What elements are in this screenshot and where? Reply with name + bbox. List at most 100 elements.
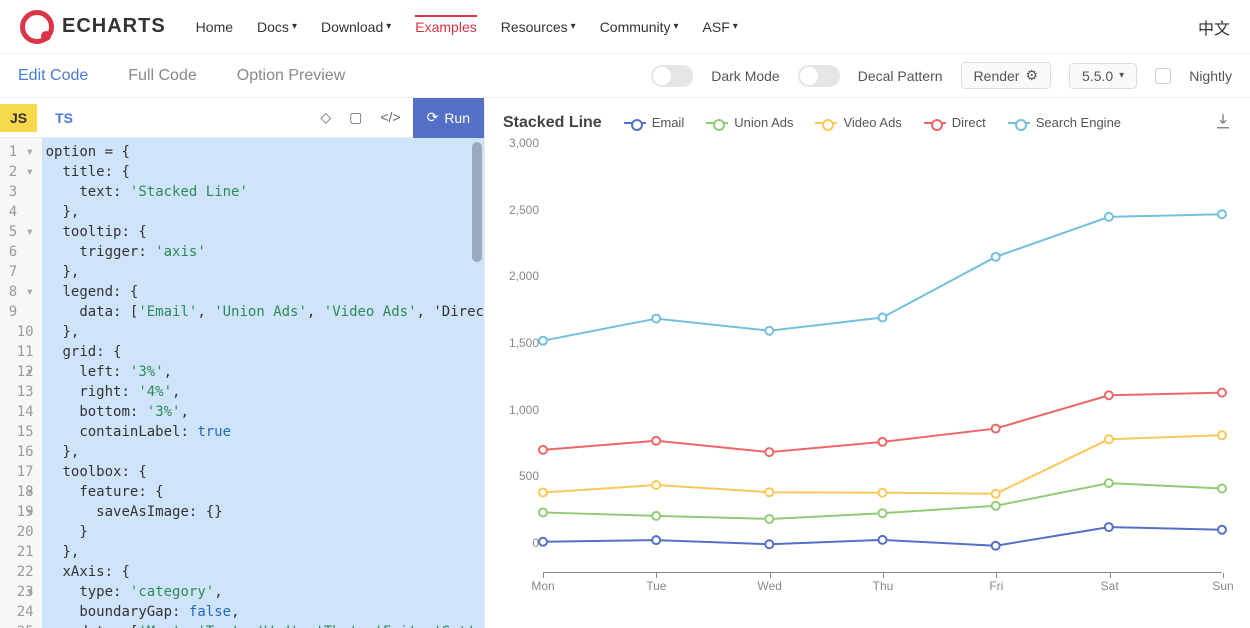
y-tick: 0 — [499, 536, 539, 550]
legend-swatch-icon — [924, 122, 946, 124]
nav-item-home[interactable]: Home — [196, 19, 233, 35]
nightly-checkbox[interactable] — [1155, 68, 1171, 84]
dark-mode-label: Dark Mode — [711, 68, 779, 84]
run-label: Run — [444, 110, 470, 126]
render-label: Render — [974, 68, 1020, 84]
decal-toggle[interactable] — [798, 65, 840, 87]
data-point[interactable] — [992, 542, 1000, 550]
data-point[interactable] — [992, 253, 1000, 261]
data-point[interactable] — [1218, 210, 1226, 218]
x-tick: Wed — [757, 579, 781, 593]
legend-label: Direct — [952, 115, 986, 130]
data-point[interactable] — [879, 314, 887, 322]
data-point[interactable] — [879, 489, 887, 497]
legend-label: Video Ads — [843, 115, 901, 130]
subtab-option-preview[interactable]: Option Preview — [237, 67, 346, 85]
data-point[interactable] — [1218, 484, 1226, 492]
gear-icon: ⚙ — [1025, 67, 1038, 84]
legend-union-ads[interactable]: Union Ads — [706, 115, 793, 130]
legend-swatch-icon — [624, 122, 646, 124]
legend-email[interactable]: Email — [624, 115, 685, 130]
nav-item-download[interactable]: Download▾ — [321, 19, 391, 35]
data-point[interactable] — [539, 488, 547, 496]
chevron-down-icon: ▾ — [386, 21, 391, 32]
x-tick: Mon — [531, 579, 554, 593]
editor-scrollbar[interactable] — [472, 142, 482, 262]
data-point[interactable] — [765, 515, 773, 523]
data-point[interactable] — [992, 490, 1000, 498]
legend-search-engine[interactable]: Search Engine — [1008, 115, 1121, 130]
y-tick: 1,000 — [499, 403, 539, 417]
logo[interactable]: ECHARTS — [20, 10, 166, 44]
data-point[interactable] — [652, 512, 660, 520]
legend-video-ads[interactable]: Video Ads — [815, 115, 901, 130]
tab-js[interactable]: JS — [0, 104, 37, 132]
data-point[interactable] — [1218, 389, 1226, 397]
data-point[interactable] — [765, 327, 773, 335]
data-point[interactable] — [765, 448, 773, 456]
dark-mode-toggle[interactable] — [651, 65, 693, 87]
language-switch[interactable]: 中文 — [1198, 15, 1230, 39]
chevron-down-icon: ▾ — [733, 21, 738, 32]
nav-item-docs[interactable]: Docs▾ — [257, 19, 297, 35]
chart-panel: Stacked Line EmailUnion AdsVideo AdsDire… — [485, 98, 1250, 628]
chevron-down-icon: ▾ — [571, 21, 576, 32]
data-point[interactable] — [879, 438, 887, 446]
legend-direct[interactable]: Direct — [924, 115, 986, 130]
data-point[interactable] — [1218, 526, 1226, 534]
y-tick: 500 — [499, 469, 539, 483]
data-point[interactable] — [539, 538, 547, 546]
data-point[interactable] — [1105, 391, 1113, 399]
nav-item-examples[interactable]: Examples — [415, 15, 476, 35]
nav-item-asf[interactable]: ASF▾ — [703, 19, 738, 35]
codesandbox-icon[interactable]: ▢ — [349, 109, 362, 126]
codepen-icon[interactable]: ◇ — [320, 109, 331, 126]
x-tick: Sat — [1101, 579, 1119, 593]
nav-item-community[interactable]: Community▾ — [600, 19, 679, 35]
legend-swatch-icon — [1008, 122, 1030, 124]
data-point[interactable] — [652, 315, 660, 323]
code-editor[interactable]: 1 ▾2 ▾3 4 5 ▾6 7 8 ▾9 10 11 ▾12 13 14 15… — [0, 138, 484, 628]
nav-item-resources[interactable]: Resources▾ — [501, 19, 576, 35]
data-point[interactable] — [652, 536, 660, 544]
data-point[interactable] — [992, 502, 1000, 510]
nightly-label: Nightly — [1189, 68, 1232, 84]
chevron-down-icon: ▾ — [673, 21, 678, 32]
logo-text: ECHARTS — [62, 15, 166, 38]
data-point[interactable] — [652, 481, 660, 489]
version-label: 5.5.0 — [1082, 68, 1113, 84]
legend-label: Union Ads — [734, 115, 793, 130]
data-point[interactable] — [539, 508, 547, 516]
subtab-full-code[interactable]: Full Code — [128, 67, 196, 85]
data-point[interactable] — [879, 509, 887, 517]
legend-label: Email — [652, 115, 685, 130]
data-point[interactable] — [765, 488, 773, 496]
data-point[interactable] — [765, 540, 773, 548]
top-nav: ECHARTS Home Docs▾ Download▾ Examples Resour… — [0, 0, 1250, 54]
data-point[interactable] — [652, 437, 660, 445]
code-icon[interactable]: </> — [380, 109, 400, 126]
run-button[interactable]: ⟳ Run — [413, 98, 484, 138]
data-point[interactable] — [1105, 523, 1113, 531]
editor-subbar: Edit Code Full Code Option Preview Dark Mo… — [0, 54, 1250, 98]
data-point[interactable] — [879, 536, 887, 544]
subtab-edit-code[interactable]: Edit Code — [18, 67, 88, 85]
y-tick: 2,000 — [499, 269, 539, 283]
data-point[interactable] — [539, 446, 547, 454]
x-tick: Sun — [1212, 579, 1233, 593]
data-point[interactable] — [1105, 435, 1113, 443]
download-icon[interactable] — [1214, 112, 1232, 133]
data-point[interactable] — [1105, 213, 1113, 221]
tab-ts[interactable]: TS — [45, 104, 83, 132]
data-point[interactable] — [1218, 431, 1226, 439]
data-point[interactable] — [992, 425, 1000, 433]
play-icon: ⟳ — [427, 109, 439, 126]
y-tick: 3,000 — [499, 136, 539, 150]
data-point[interactable] — [1105, 479, 1113, 487]
render-select[interactable]: Render ⚙ — [961, 62, 1051, 89]
y-tick: 2,500 — [499, 203, 539, 217]
x-tick: Tue — [646, 579, 666, 593]
decal-label: Decal Pattern — [858, 68, 943, 84]
version-select[interactable]: 5.5.0 ▾ — [1069, 63, 1137, 89]
data-point[interactable] — [539, 337, 547, 345]
